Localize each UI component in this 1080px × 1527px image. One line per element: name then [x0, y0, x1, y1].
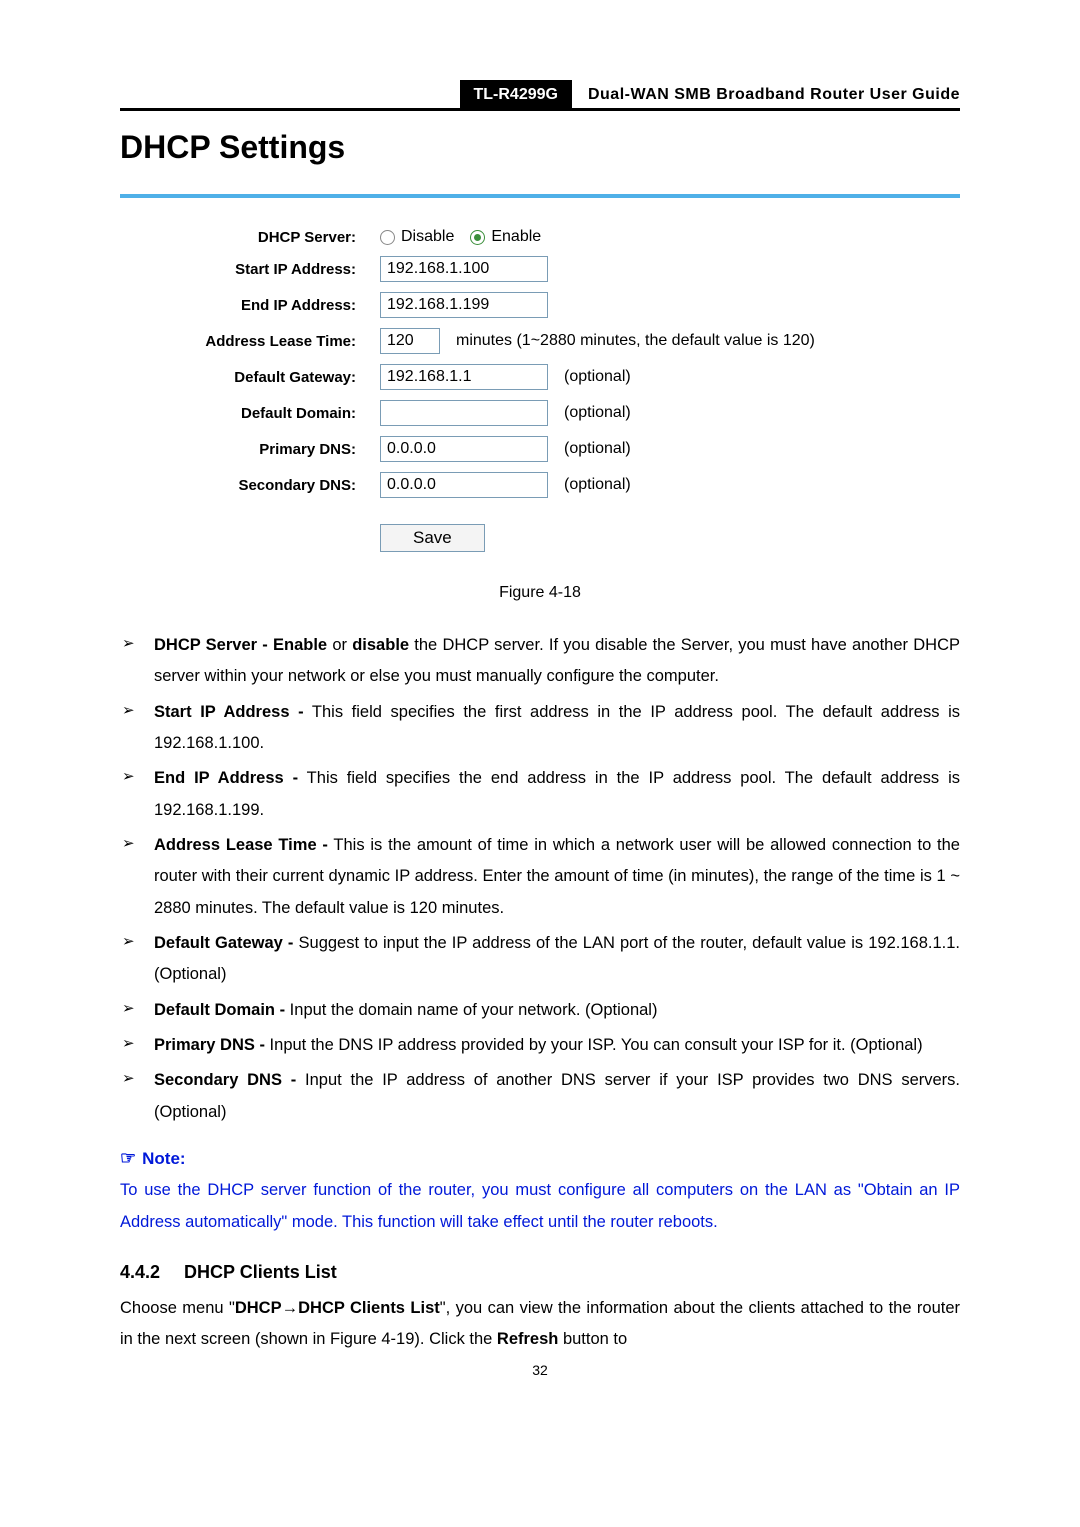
label-secondary-dns: Secondary DNS:: [120, 477, 380, 494]
term: DHCP Server - Enable: [154, 636, 327, 654]
label-dhcp-server: DHCP Server:: [120, 229, 380, 246]
default-domain-input[interactable]: [380, 400, 548, 426]
radio-enable-label: Enable: [491, 228, 541, 246]
button-ref: Refresh: [497, 1330, 558, 1348]
list-item: Default Domain - Input the domain name o…: [120, 995, 960, 1026]
optional-hint: (optional): [564, 440, 631, 458]
section-title: DHCP Clients List: [184, 1262, 337, 1282]
primary-dns-input[interactable]: [380, 436, 548, 462]
optional-hint: (optional): [564, 404, 631, 422]
arrow-icon: →: [282, 1299, 299, 1317]
section-number: 4.4.2: [120, 1262, 160, 1282]
term: Start IP Address -: [154, 703, 304, 721]
list-item: Primary DNS - Input the DNS IP address p…: [120, 1030, 960, 1061]
list-item: Secondary DNS - Input the IP address of …: [120, 1065, 960, 1128]
list-item: Default Gateway - Suggest to input the I…: [120, 928, 960, 991]
radio-icon: [470, 230, 485, 245]
text: Input the DNS IP address provided by you…: [265, 1036, 923, 1054]
label-lease-time: Address Lease Time:: [120, 333, 380, 350]
term: Default Domain -: [154, 1001, 285, 1019]
start-ip-input[interactable]: [380, 256, 548, 282]
text: button to: [558, 1330, 627, 1348]
default-gateway-input[interactable]: [380, 364, 548, 390]
lease-time-input[interactable]: [380, 328, 440, 354]
radio-disable-label: Disable: [401, 228, 454, 246]
text: Input the domain name of your network. (…: [285, 1001, 657, 1019]
text: Choose menu ": [120, 1299, 235, 1317]
secondary-dns-input[interactable]: [380, 472, 548, 498]
list-item: Start IP Address - This field specifies …: [120, 697, 960, 760]
menu-path: DHCP Clients List: [298, 1299, 440, 1317]
radio-icon: [380, 230, 395, 245]
term: Secondary DNS -: [154, 1071, 296, 1089]
radio-enable[interactable]: Enable: [470, 228, 541, 246]
label-primary-dns: Primary DNS:: [120, 441, 380, 458]
save-button[interactable]: Save: [380, 524, 485, 552]
radio-disable[interactable]: Disable: [380, 228, 454, 246]
optional-hint: (optional): [564, 368, 631, 386]
section-paragraph: Choose menu "DHCP→DHCP Clients List", yo…: [120, 1293, 960, 1356]
lease-time-hint: minutes (1~2880 minutes, the default val…: [456, 332, 815, 350]
section-heading: 4.4.2 DHCP Clients List: [120, 1262, 960, 1283]
term: End IP Address -: [154, 769, 298, 787]
optional-hint: (optional): [564, 476, 631, 494]
description-list: DHCP Server - Enable or disable the DHCP…: [120, 630, 960, 1128]
list-item: Address Lease Time - This is the amount …: [120, 830, 960, 924]
term: Address Lease Time -: [154, 836, 328, 854]
model-badge: TL-R4299G: [460, 80, 572, 108]
label-default-gateway: Default Gateway:: [120, 369, 380, 386]
note-label: Note:: [142, 1149, 185, 1168]
figure-caption: Figure 4-18: [120, 584, 960, 602]
dhcp-settings-panel: DHCP Server: Disable Enable Start IP Add…: [120, 222, 960, 572]
term: Primary DNS -: [154, 1036, 265, 1054]
doc-header: TL-R4299G Dual-WAN SMB Broadband Router …: [120, 80, 960, 111]
list-item: DHCP Server - Enable or disable the DHCP…: [120, 630, 960, 693]
note-heading: ☞ Note:: [120, 1148, 960, 1169]
list-item: End IP Address - This field specifies th…: [120, 763, 960, 826]
term: disable: [352, 636, 409, 654]
guide-title: Dual-WAN SMB Broadband Router User Guide: [572, 80, 960, 108]
label-end-ip: End IP Address:: [120, 297, 380, 314]
text: or: [327, 636, 352, 654]
page-number: 32: [120, 1362, 960, 1378]
label-start-ip: Start IP Address:: [120, 261, 380, 278]
menu-path: DHCP: [235, 1299, 282, 1317]
note-body: To use the DHCP server function of the r…: [120, 1175, 960, 1238]
term: Default Gateway -: [154, 934, 293, 952]
panel-title: DHCP Settings: [120, 129, 960, 172]
end-ip-input[interactable]: [380, 292, 548, 318]
pointing-hand-icon: ☞: [120, 1148, 136, 1168]
label-default-domain: Default Domain:: [120, 405, 380, 422]
